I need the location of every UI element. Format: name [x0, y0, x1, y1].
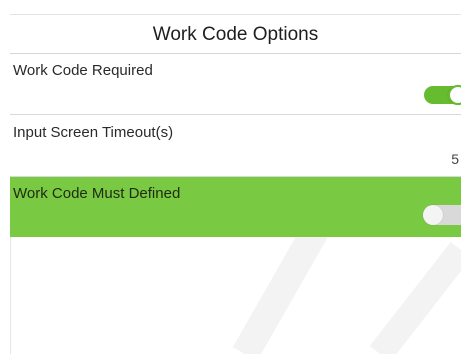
- work-code-must-defined-toggle[interactable]: [423, 205, 461, 225]
- setting-row-work-code-required[interactable]: Work Code Required: [10, 54, 461, 115]
- toggle-knob: [448, 85, 461, 105]
- toggle-knob: [423, 205, 443, 225]
- timeout-value: 5: [451, 151, 459, 167]
- setting-label: Work Code Required: [13, 62, 153, 79]
- setting-label: Work Code Must Defined: [13, 185, 181, 202]
- page-header: Work Code Options: [10, 14, 461, 54]
- setting-row-work-code-must-defined[interactable]: Work Code Must Defined: [10, 177, 461, 237]
- work-code-required-toggle[interactable]: [424, 85, 461, 105]
- work-code-options-screen: Work Code Options Work Code Required Inp…: [0, 0, 461, 354]
- setting-row-input-screen-timeout[interactable]: Input Screen Timeout(s) 5: [10, 116, 461, 177]
- divider: [10, 237, 11, 354]
- page-title: Work Code Options: [152, 24, 319, 45]
- setting-label: Input Screen Timeout(s): [13, 124, 174, 141]
